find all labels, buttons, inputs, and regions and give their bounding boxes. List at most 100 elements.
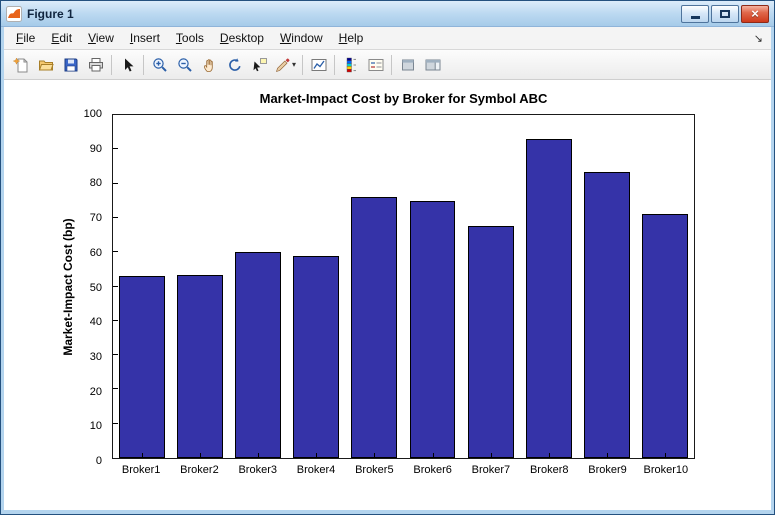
bar-broker2 <box>177 274 224 458</box>
y-tick-label: 90 <box>89 142 102 155</box>
toolbar-separator <box>334 54 336 75</box>
x-tick-mark <box>142 453 144 458</box>
bar-broker6 <box>409 200 456 458</box>
bar-broker4 <box>293 255 340 458</box>
x-tick-label: Broker6 <box>413 464 452 476</box>
x-tick-label: Broker4 <box>296 464 336 476</box>
zoom-in-icon[interactable] <box>147 53 172 77</box>
x-tick-label: Broker1 <box>121 464 161 476</box>
toolbar: ▾ <box>4 50 771 80</box>
y-tick-mark <box>113 182 118 184</box>
toolbar-separator <box>111 54 112 75</box>
y-tick-mark <box>113 216 118 218</box>
y-tick-mark <box>113 354 118 356</box>
open-file-icon[interactable] <box>33 53 58 77</box>
figure-canvas: Market-Impact Cost by Broker for Symbol … <box>4 80 771 510</box>
x-tick-label: Broker9 <box>588 464 627 476</box>
y-tick-mark <box>113 251 118 253</box>
x-tick-mark <box>664 453 666 458</box>
y-tick-label: 20 <box>89 385 102 398</box>
window-controls: × <box>679 4 769 23</box>
brush-icon[interactable]: ▾ <box>272 53 299 77</box>
x-tick-label: Broker3 <box>238 464 277 476</box>
bar-broker1 <box>119 276 165 458</box>
x-tick-mark <box>606 453 608 458</box>
menu-view[interactable]: View <box>80 27 122 49</box>
y-tick-label: 50 <box>89 281 102 294</box>
edit-plot-icon[interactable] <box>115 53 140 77</box>
zoom-out-icon[interactable] <box>172 53 197 77</box>
bar-broker10 <box>641 214 688 458</box>
insert-colorbar-icon[interactable] <box>338 53 363 77</box>
y-tick-mark <box>113 388 118 390</box>
menu-items: File Edit View Insert Tools Desktop Window Help <box>8 27 371 49</box>
bar-broker8 <box>525 139 572 458</box>
chart-title: Market-Impact Cost by Broker for Symbol … <box>259 91 548 106</box>
title-bar[interactable]: Figure 1 × <box>1 1 774 27</box>
x-tick-mark <box>548 453 550 458</box>
x-tick-mark <box>200 453 202 458</box>
bar-broker7 <box>467 226 514 458</box>
bar-slot <box>287 115 345 458</box>
minimize-button[interactable] <box>681 4 709 23</box>
close-button[interactable]: × <box>741 4 769 23</box>
menu-desktop[interactable]: Desktop <box>212 27 272 49</box>
y-tick-label: 0 <box>95 455 102 467</box>
window-client: File Edit View Insert Tools Desktop Window Help… <box>4 27 771 510</box>
x-tick-label: Broker8 <box>529 464 569 476</box>
dock-arrow-icon[interactable]: ↘ <box>754 32 763 45</box>
toolbar-separator <box>143 54 144 75</box>
show-plot-tools-icon[interactable] <box>420 53 445 77</box>
bar-broker3 <box>235 252 282 458</box>
bar-slot <box>113 115 171 458</box>
bar-broker5 <box>351 197 398 458</box>
rotate-3d-icon[interactable] <box>222 53 247 77</box>
menu-insert[interactable]: Insert <box>122 27 168 49</box>
bar-broker9 <box>583 171 630 458</box>
toolbar-separator <box>302 54 304 75</box>
x-tick-mark <box>490 453 492 458</box>
bar-slot <box>520 115 578 458</box>
dropdown-arrow-icon[interactable]: ▾ <box>292 60 296 69</box>
save-figure-icon[interactable] <box>58 53 83 77</box>
insert-legend-icon[interactable] <box>363 53 388 77</box>
bar-slot <box>229 115 287 458</box>
toolbar-separator <box>391 54 393 75</box>
print-figure-icon[interactable] <box>83 53 108 77</box>
y-tick-label: 100 <box>83 108 102 120</box>
link-plot-icon[interactable] <box>306 53 331 77</box>
pan-icon[interactable] <box>197 53 222 77</box>
menu-tools[interactable]: Tools <box>168 27 212 49</box>
y-tick-label: 80 <box>89 177 102 190</box>
bar-slot <box>171 115 229 458</box>
menu-help[interactable]: Help <box>331 27 372 49</box>
plot-axes <box>112 114 695 459</box>
y-tick-mark <box>113 148 118 150</box>
x-tick-mark <box>374 453 376 458</box>
y-tick-label: 30 <box>89 350 102 363</box>
bar-slot <box>462 115 520 458</box>
window-frame: File Edit View Insert Tools Desktop Window Help… <box>1 27 774 514</box>
bar-slot <box>403 115 461 458</box>
y-tick-label: 10 <box>89 420 102 433</box>
x-tick-label: Broker10 <box>643 464 689 476</box>
x-tick-mark <box>316 453 318 458</box>
matlab-figure-icon <box>6 5 22 22</box>
maximize-button[interactable] <box>711 4 739 23</box>
data-cursor-icon[interactable] <box>247 53 272 77</box>
y-tick-label: 60 <box>89 246 102 259</box>
figure-window: Figure 1 × File Edit View Insert Tools Deskto… <box>0 0 775 515</box>
x-tick-label: Broker2 <box>180 464 219 476</box>
hide-plot-tools-icon[interactable] <box>395 53 420 77</box>
x-tick-labels: Broker1 Broker2 Broker3 Broker4 Broker5 Broke… <box>112 464 695 476</box>
menu-file[interactable]: File <box>8 27 43 49</box>
menu-edit[interactable]: Edit <box>43 27 80 49</box>
window-title: Figure 1 <box>27 6 74 21</box>
bar-slot <box>578 115 636 458</box>
x-tick-label: Broker7 <box>471 464 511 476</box>
y-tick-mark <box>113 285 118 287</box>
y-tick-label: 40 <box>89 316 102 329</box>
menu-window[interactable]: Window <box>272 27 331 49</box>
new-figure-icon[interactable] <box>8 53 33 77</box>
x-tick-label: Broker5 <box>355 464 394 476</box>
